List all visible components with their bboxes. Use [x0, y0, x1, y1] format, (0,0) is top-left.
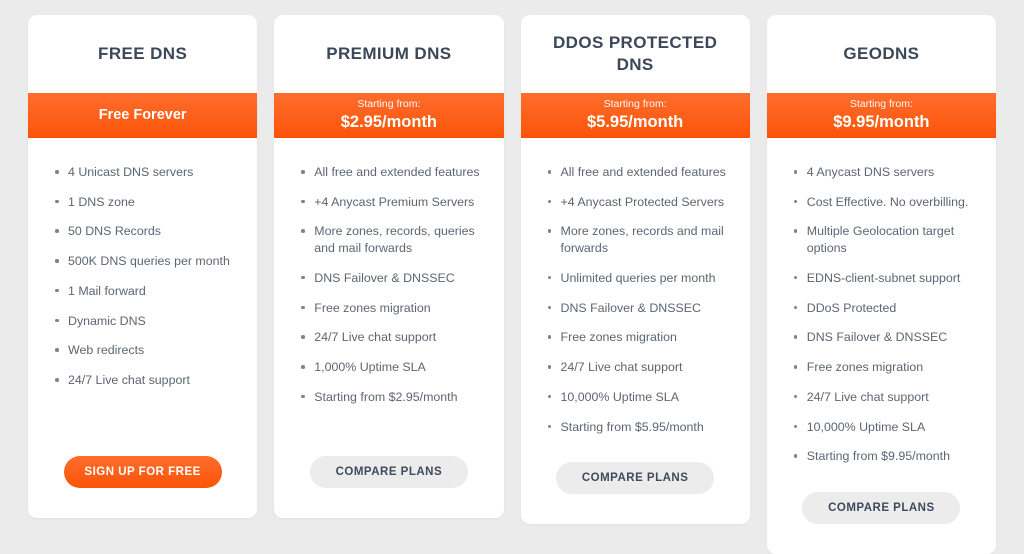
plan-card: DDOS PROTECTED DNS Starting from: $5.95/mo…	[520, 15, 750, 525]
feature-item: More zones, records and mail forwards	[547, 223, 728, 256]
plan-footer: COMPARE PLANS	[274, 442, 503, 518]
feature-item: Starting from $5.95/month	[547, 419, 728, 436]
feature-item: 4 Anycast DNS servers	[793, 164, 974, 181]
feature-item: 1,000% Uptime SLA	[300, 359, 481, 376]
plan-title: GEODNS	[843, 44, 920, 64]
feature-item: Unlimited queries per month	[547, 270, 728, 287]
feature-item: DNS Failover & DNSSEC	[547, 300, 728, 317]
feature-item: Dynamic DNS	[54, 313, 235, 330]
feature-item: Starting from $9.95/month	[793, 448, 974, 465]
feature-item: 1 DNS zone	[54, 194, 235, 211]
plan-feature-list: 4 Anycast DNS servers Cost Effective. No …	[767, 138, 996, 478]
feature-item: EDNS-client-subnet support	[793, 270, 974, 287]
feature-item: 24/7 Live chat support	[54, 372, 235, 389]
plan-title-container: FREE DNS	[28, 15, 257, 93]
plan-footer: SIGN UP FOR FREE	[28, 442, 257, 518]
feature-item: 500K DNS queries per month	[54, 253, 235, 270]
feature-item: 4 Unicast DNS servers	[54, 164, 235, 181]
plan-price-band: Free Forever	[28, 93, 258, 138]
plan-price-band: Starting from: $9.95/month	[766, 93, 996, 138]
feature-item: More zones, records, queries and mail fo…	[300, 223, 481, 256]
plan-title-container: GEODNS	[767, 15, 996, 93]
feature-item: Starting from $2.95/month	[300, 389, 481, 406]
pricing-plans-grid: FREE DNS Free Forever 4 Unicast DNS server…	[0, 0, 1024, 554]
price-value: $9.95/month	[833, 112, 930, 131]
plan-title: FREE DNS	[98, 44, 188, 64]
plan-feature-list: 4 Unicast DNS servers 1 DNS zone 50 DNS Re…	[28, 138, 257, 442]
feature-item: 50 DNS Records	[54, 223, 235, 240]
feature-item: Free zones migration	[793, 359, 974, 376]
plan-title: PREMIUM DNS	[326, 44, 452, 64]
feature-item: DNS Failover & DNSSEC	[300, 270, 481, 287]
feature-item: 24/7 Live chat support	[793, 389, 974, 406]
feature-item: 10,000% Uptime SLA	[547, 389, 728, 406]
price-value: $5.95/month	[586, 112, 684, 131]
plan-band-label: Free Forever	[98, 106, 187, 123]
plan-title-container: PREMIUM DNS	[274, 15, 503, 93]
plan-title-container: DDOS PROTECTED DNS	[521, 15, 750, 93]
plan-price-band: Starting from: $2.95/month	[274, 93, 504, 138]
plan-feature-list: All free and extended features +4 Anycast…	[274, 138, 503, 442]
sign-up-button[interactable]: SIGN UP FOR FREE	[63, 456, 222, 488]
price-value: $2.95/month	[340, 112, 438, 131]
plan-title: DDOS PROTECTED DNS	[552, 33, 718, 74]
feature-item: Cost Effective. No overbilling.	[793, 194, 974, 211]
feature-item: Multiple Geolocation target options	[793, 223, 974, 256]
feature-item: +4 Anycast Protected Servers	[547, 194, 728, 211]
compare-plans-button[interactable]: COMPARE PLANS	[309, 456, 468, 488]
plan-feature-list: All free and extended features +4 Anycast…	[521, 138, 750, 448]
compare-plans-button[interactable]: COMPARE PLANS	[802, 492, 961, 525]
plan-card: FREE DNS Free Forever 4 Unicast DNS server…	[28, 15, 258, 518]
feature-item: DNS Failover & DNSSEC	[793, 329, 974, 346]
feature-item: Free zones migration	[547, 329, 728, 346]
feature-item: Free zones migration	[300, 300, 481, 317]
feature-item: 24/7 Live chat support	[300, 329, 481, 346]
plan-footer: COMPARE PLANS	[521, 448, 750, 524]
feature-item: DDoS Protected	[793, 300, 974, 317]
feature-item: +4 Anycast Premium Servers	[300, 194, 481, 211]
feature-item: All free and extended features	[300, 164, 481, 181]
price-caption: Starting from:	[849, 98, 913, 111]
price-caption: Starting from:	[357, 98, 421, 111]
plan-card: GEODNS Starting from: $9.95/month 4 Anycast…	[766, 15, 996, 554]
feature-item: 1 Mail forward	[54, 283, 235, 300]
plan-card: PREMIUM DNS Starting from: $2.95/month All …	[274, 15, 504, 518]
compare-plans-button[interactable]: COMPARE PLANS	[556, 462, 715, 495]
price-caption: Starting from:	[603, 98, 667, 111]
feature-item: 24/7 Live chat support	[547, 359, 728, 376]
feature-item: All free and extended features	[547, 164, 728, 181]
feature-item: Web redirects	[54, 342, 235, 359]
plan-price-band: Starting from: $5.95/month	[520, 93, 750, 138]
feature-item: 10,000% Uptime SLA	[793, 419, 974, 436]
